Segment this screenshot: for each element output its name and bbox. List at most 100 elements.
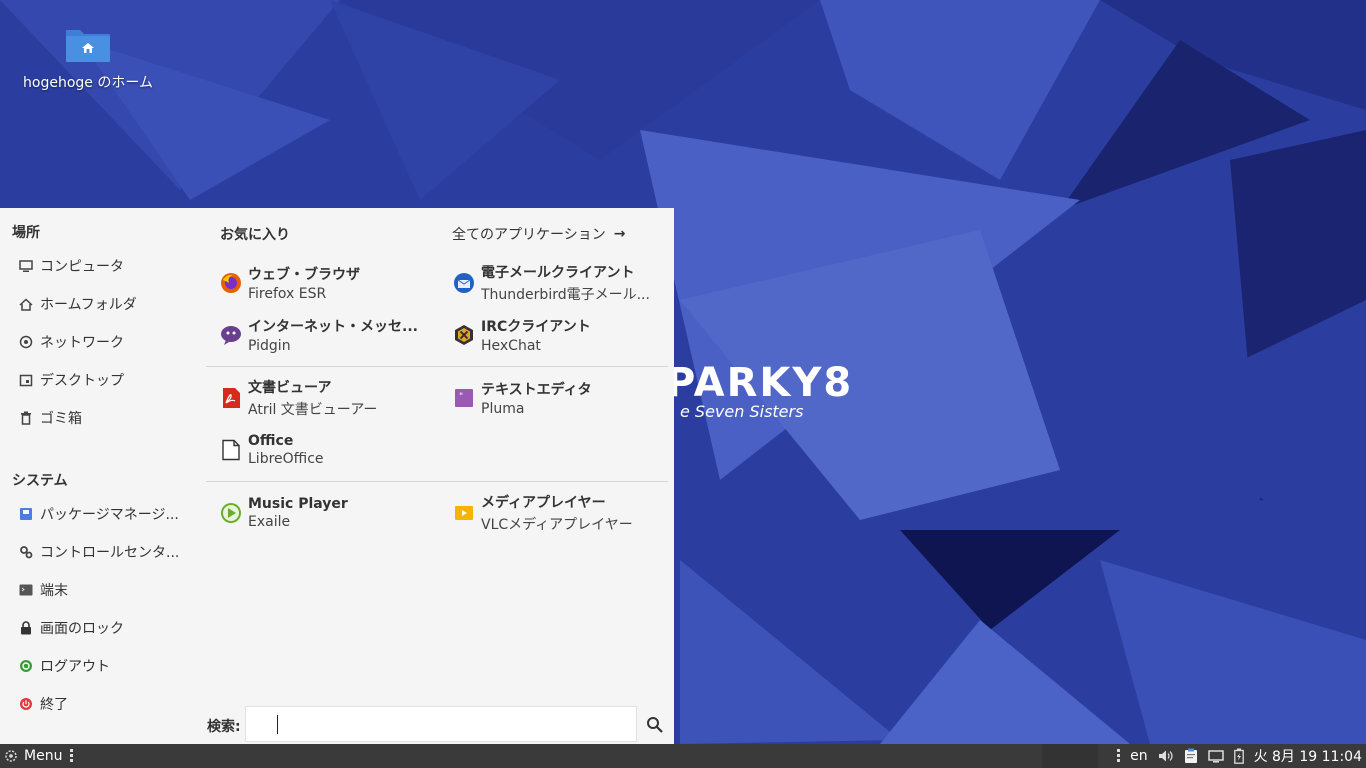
arrow-right-icon: → — [613, 226, 626, 242]
places-item-label: ホームフォルダ — [40, 297, 137, 313]
places-item-trash[interactable]: ゴミ箱 — [18, 405, 193, 431]
app-subtitle: Thunderbird電子メール... — [481, 287, 650, 303]
pdf-icon — [223, 388, 240, 408]
places-item-label: コンピュータ — [40, 259, 124, 275]
text-caret — [277, 715, 278, 734]
app-instant-messenger[interactable]: インターネット・メッセ... Pidgin — [220, 313, 430, 357]
clipboard-icon[interactable] — [1184, 748, 1198, 764]
taskbar: Menu en 火 8月 19 11:04 — [0, 744, 1366, 768]
media-player-icon — [455, 506, 473, 520]
pluma-icon: " — [455, 389, 473, 407]
system-item-label: 終了 — [40, 697, 68, 713]
battery-charging-icon[interactable] — [1233, 748, 1244, 764]
app-name: Office — [248, 433, 294, 449]
hexchat-icon — [455, 325, 473, 345]
system-item-lock-screen[interactable]: 画面のロック — [18, 615, 193, 641]
terminal-icon — [18, 582, 34, 598]
tray-grip-handle[interactable] — [1117, 749, 1121, 763]
favorites-separator — [206, 481, 668, 482]
network-icon — [18, 334, 34, 350]
system-tray: en 火 8月 19 11:04 — [1117, 744, 1362, 768]
app-subtitle: Firefox ESR — [248, 286, 327, 302]
places-item-label: ゴミ箱 — [40, 411, 82, 427]
app-office[interactable]: Office LibreOffice — [220, 428, 430, 472]
app-music-player[interactable]: Music Player Exaile — [220, 491, 430, 535]
app-document-viewer[interactable]: 文書ビューア Atril 文書ビューアー — [220, 376, 430, 420]
search-label: 検索: — [207, 719, 241, 735]
system-item-label: コントロールセンタ... — [40, 545, 180, 561]
app-media-player[interactable]: メディアプレイヤー VLCメディアプレイヤー — [453, 491, 663, 535]
application-menu: 場所 コンピュータ ホームフォルダ ネットワーク デスクトップ ゴミ箱 システム… — [0, 208, 674, 744]
search-field[interactable] — [245, 706, 637, 742]
app-name: 文書ビューア — [248, 380, 332, 396]
power-icon — [18, 696, 34, 712]
system-item-label: パッケージマネージ... — [40, 507, 179, 523]
all-applications-button[interactable]: 全てのアプリケーション → — [452, 224, 625, 244]
menu-button[interactable]: Menu — [4, 744, 74, 768]
app-subtitle: LibreOffice — [248, 451, 324, 467]
app-subtitle: VLCメディアプレイヤー — [481, 517, 633, 533]
app-subtitle: Pluma — [481, 401, 525, 417]
system-item-logout[interactable]: ログアウト — [18, 653, 193, 679]
home-icon — [18, 296, 34, 312]
logout-icon — [18, 658, 34, 674]
app-subtitle: Exaile — [248, 514, 291, 530]
panel-grip-handle[interactable] — [70, 749, 74, 763]
clock[interactable]: 火 8月 19 11:04 — [1254, 746, 1362, 766]
app-name: メディアプレイヤー — [481, 495, 606, 511]
app-email-client[interactable]: 電子メールクライアント Thunderbird電子メール... — [453, 261, 663, 305]
search-icon[interactable] — [645, 715, 665, 735]
svg-text:": " — [459, 392, 463, 402]
app-name: テキストエディタ — [481, 382, 592, 398]
home-folder-desktop-icon[interactable]: hogehoge のホーム — [20, 24, 156, 92]
app-web-browser[interactable]: ウェブ・ブラウザ Firefox ESR — [220, 261, 430, 305]
pidgin-icon — [221, 326, 241, 345]
places-item-network[interactable]: ネットワーク — [18, 329, 193, 355]
app-irc-client[interactable]: IRCクライアント HexChat — [453, 313, 663, 357]
display-icon[interactable] — [1207, 749, 1224, 763]
system-item-label: ログアウト — [40, 659, 110, 675]
system-item-control-center[interactable]: コントロールセンタ... — [18, 539, 193, 565]
app-name: IRCクライアント — [481, 319, 591, 335]
trash-icon — [18, 410, 34, 426]
music-player-icon — [221, 503, 241, 523]
places-item-label: デスクトップ — [40, 373, 124, 389]
menu-sidebar: 場所 コンピュータ ホームフォルダ ネットワーク デスクトップ ゴミ箱 システム… — [0, 208, 200, 744]
favorites-separator — [206, 366, 668, 367]
document-icon — [222, 439, 240, 461]
settings-icon — [18, 544, 34, 560]
firefox-icon — [221, 273, 241, 293]
places-item-home[interactable]: ホームフォルダ — [18, 291, 193, 317]
keyboard-layout-indicator[interactable]: en — [1130, 748, 1148, 764]
places-item-desktop[interactable]: デスクトップ — [18, 367, 193, 393]
system-item-package-manager[interactable]: パッケージマネージ... — [18, 501, 193, 527]
distro-logo: PARKY8 e Seven Sisters — [666, 360, 853, 421]
taskbar-window-list-area — [1042, 744, 1098, 768]
favorites-heading: お気に入り — [220, 227, 290, 243]
app-text-editor[interactable]: " テキストエディタ Pluma — [453, 376, 663, 420]
package-icon — [18, 506, 34, 522]
lock-icon — [18, 620, 34, 636]
folder-home-icon — [66, 30, 110, 62]
app-name: 電子メールクライアント — [481, 265, 635, 281]
app-subtitle: HexChat — [481, 338, 541, 354]
places-heading: 場所 — [12, 225, 40, 241]
monitor-icon — [18, 258, 34, 274]
thunderbird-icon — [454, 273, 474, 293]
places-item-computer[interactable]: コンピュータ — [18, 253, 193, 279]
sparky-logo-icon — [5, 750, 17, 762]
system-heading: システム — [12, 473, 68, 489]
system-item-shutdown[interactable]: 終了 — [18, 691, 193, 717]
places-item-label: ネットワーク — [40, 335, 124, 351]
desktop-icon — [18, 372, 34, 388]
home-folder-label: hogehoge のホーム — [23, 75, 153, 91]
menu-button-label: Menu — [24, 748, 63, 764]
app-subtitle: Atril 文書ビューアー — [248, 402, 378, 418]
all-applications-label: 全てのアプリケーション — [452, 227, 606, 243]
distro-logo-text: PARKY8 — [666, 360, 854, 406]
volume-icon[interactable] — [1158, 749, 1174, 763]
app-name: ウェブ・ブラウザ — [248, 267, 360, 283]
app-subtitle: Pidgin — [248, 338, 291, 354]
search-input[interactable] — [246, 707, 636, 741]
system-item-terminal[interactable]: 端末 — [18, 577, 193, 603]
